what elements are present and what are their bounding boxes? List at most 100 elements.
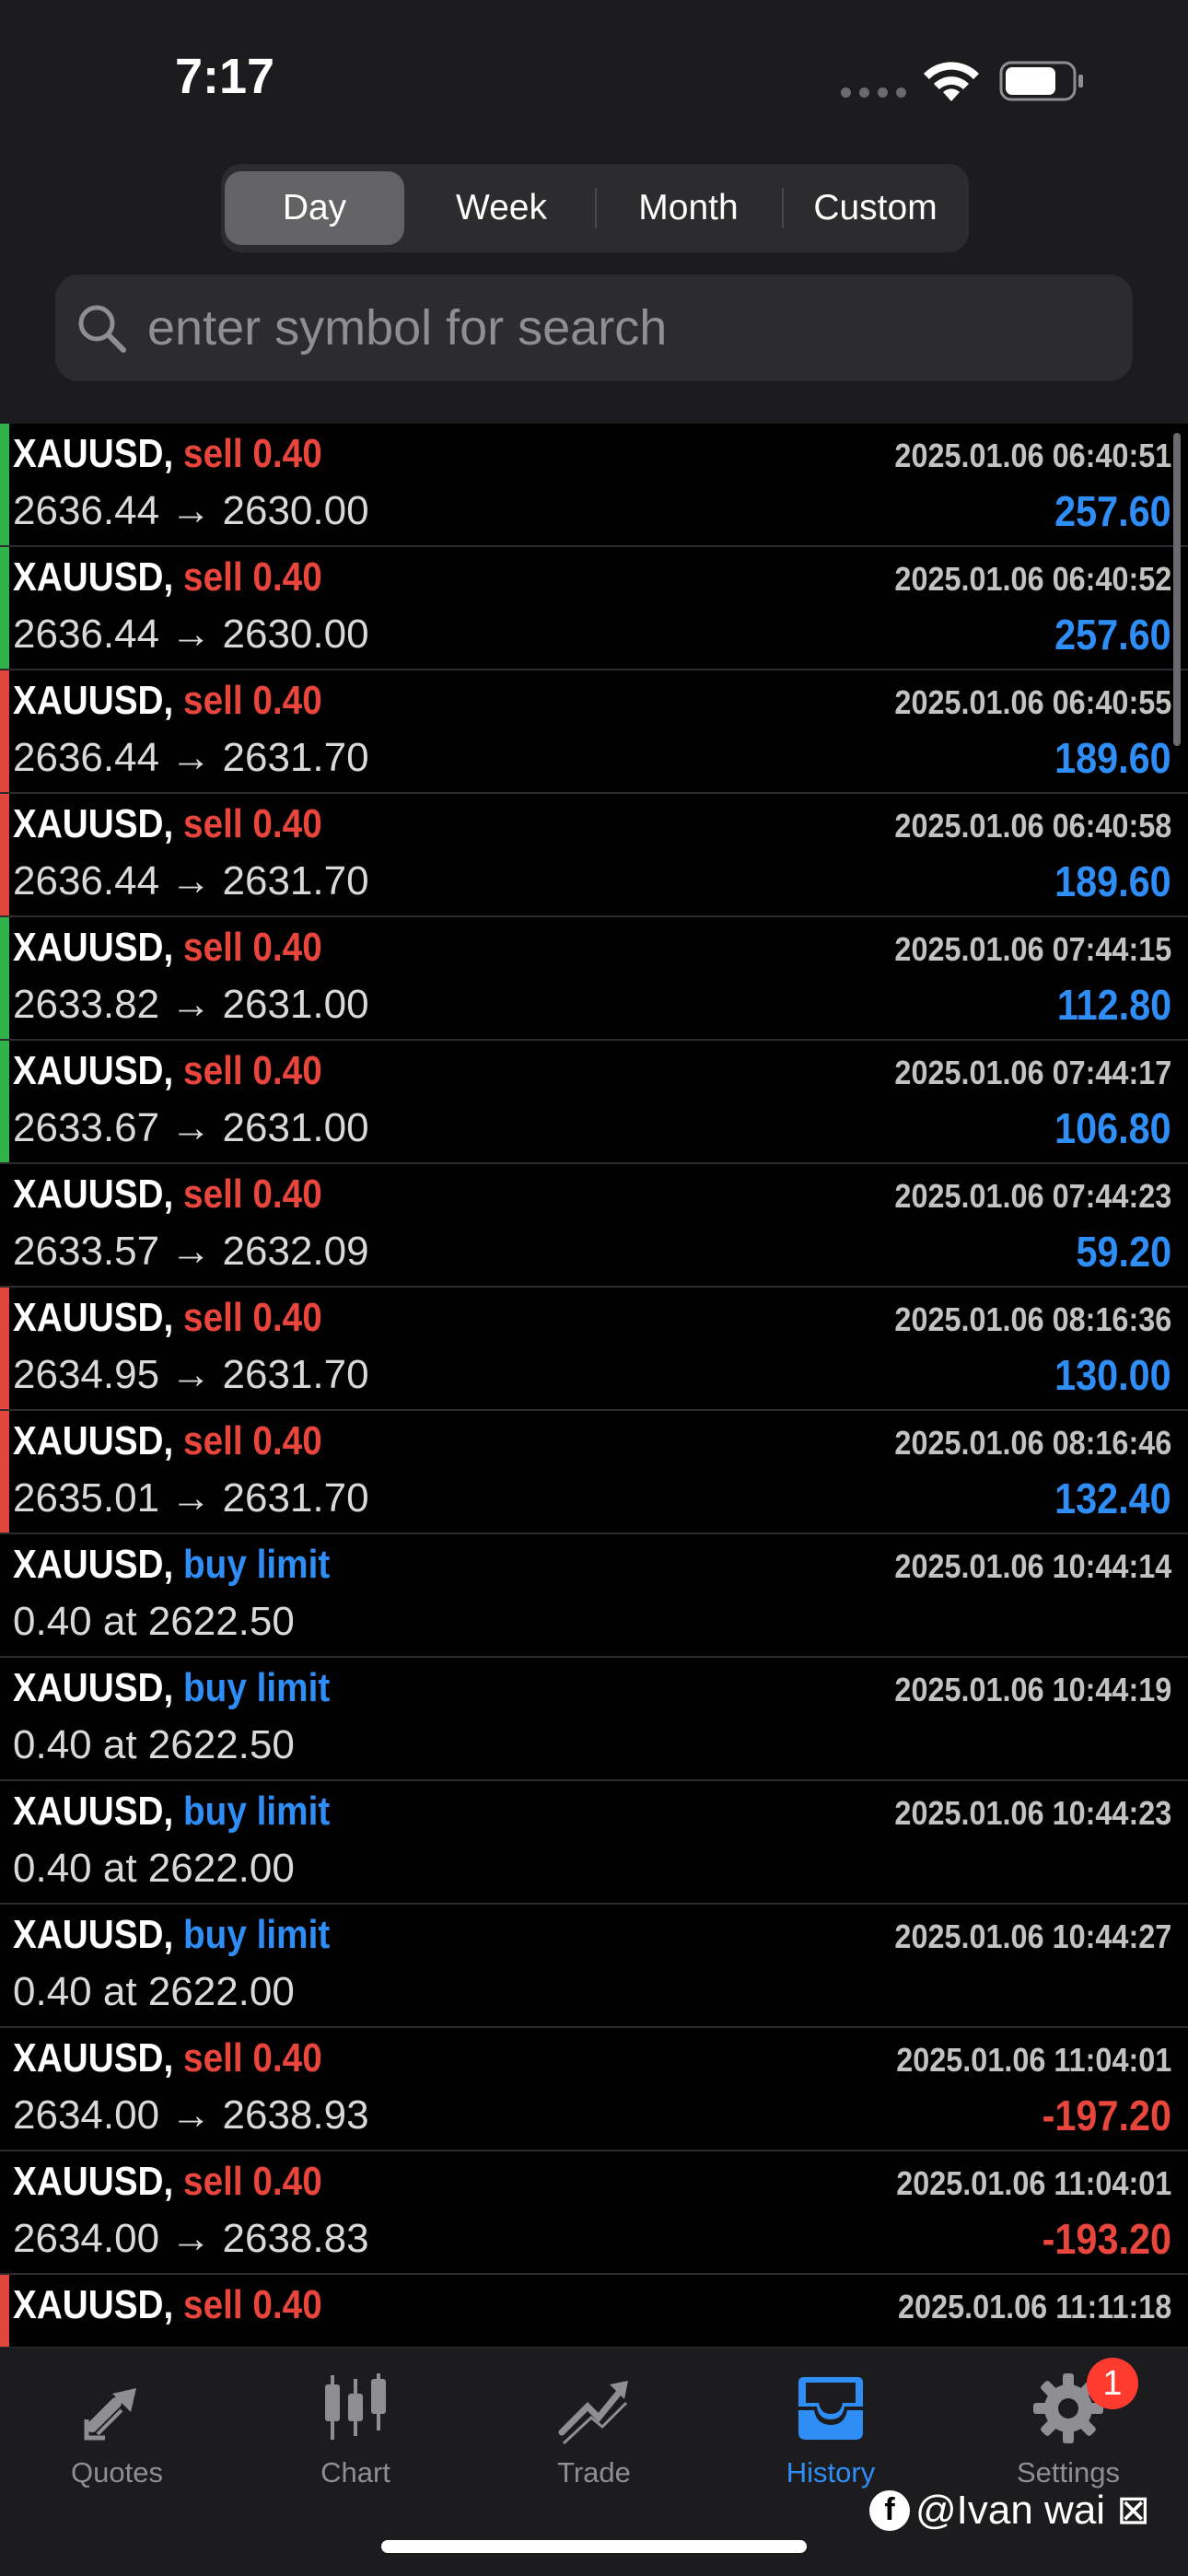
history-row[interactable]: XAUUSD, sell 0.40 2634.95 → 2631.70 2025.0…	[0, 1288, 1188, 1411]
row-action: sell 0.40	[183, 678, 322, 723]
period-month-tab[interactable]: Month	[595, 171, 778, 245]
row-title: XAUUSD, sell 0.40	[13, 925, 322, 971]
tab-history[interactable]: History	[739, 2366, 923, 2489]
row-status-indicator	[0, 1658, 9, 1779]
row-action: buy limit	[183, 1542, 331, 1587]
row-status-indicator	[0, 1288, 9, 1409]
row-title: XAUUSD, sell 0.40	[13, 2035, 322, 2081]
row-symbol: XAUUSD,	[13, 2282, 174, 2327]
tab-chart[interactable]: Chart	[263, 2366, 448, 2489]
row-price-detail: 2633.57 → 2632.09	[13, 1229, 369, 1274]
trade-icon	[558, 2381, 628, 2445]
row-title: XAUUSD, sell 0.40	[13, 554, 322, 600]
period-day-tab[interactable]: Day	[225, 171, 404, 245]
row-symbol: XAUUSD,	[13, 2035, 174, 2081]
row-timestamp: 2025.01.06 11:11:18	[897, 2288, 1171, 2325]
row-price-detail: 2633.67 → 2631.00	[13, 1105, 369, 1150]
watermark-text: @Ivan wai ⊠	[915, 2488, 1151, 2533]
row-symbol: XAUUSD,	[13, 1171, 174, 1217]
history-row[interactable]: XAUUSD, sell 0.40 2633.82 → 2631.00 2025.0…	[0, 917, 1188, 1041]
history-row[interactable]: XAUUSD, sell 0.40 2636.44 → 2630.00 2025.0…	[0, 424, 1188, 547]
history-row[interactable]: XAUUSD, sell 0.40 2636.44 → 2631.70 2025.0…	[0, 670, 1188, 794]
row-status-indicator	[0, 1781, 9, 1903]
row-title: XAUUSD, buy limit	[13, 1789, 330, 1835]
history-icon	[798, 2377, 863, 2440]
row-price-detail: 2636.44 → 2631.70	[13, 735, 369, 780]
row-symbol: XAUUSD,	[13, 1418, 174, 1463]
row-action: sell 0.40	[183, 925, 322, 970]
row-profit: 189.60	[1054, 734, 1171, 782]
history-row[interactable]: XAUUSD, buy limit 0.40 at 2622.00 2025.01.…	[0, 1905, 1188, 2028]
period-selector: Day Week Month Custom	[221, 164, 969, 252]
history-row[interactable]: XAUUSD, sell 0.40 2634.00 → 2638.83 2025.0…	[0, 2151, 1188, 2275]
history-row[interactable]: XAUUSD, buy limit 0.40 at 2622.00 2025.01.…	[0, 1781, 1188, 1905]
history-list: XAUUSD, sell 0.40 2636.44 → 2630.00 2025.0…	[0, 424, 1188, 2349]
search-icon	[78, 305, 126, 353]
row-price-detail: 2636.44 → 2630.00	[13, 488, 369, 533]
history-row[interactable]: XAUUSD, buy limit 0.40 at 2622.50 2025.01.…	[0, 1534, 1188, 1658]
row-price-detail: 2634.00 → 2638.83	[13, 2216, 369, 2261]
row-profit: -193.20	[1042, 2215, 1171, 2263]
row-action: sell 0.40	[183, 431, 322, 476]
row-action: buy limit	[183, 1789, 331, 1834]
history-row[interactable]: XAUUSD, sell 0.40 2635.01 → 2631.70 2025.0…	[0, 1411, 1188, 1534]
row-title: XAUUSD, sell 0.40	[13, 2282, 322, 2328]
row-status-indicator	[0, 2151, 9, 2273]
history-row[interactable]: XAUUSD, sell 0.40 2633.57 → 2632.09 2025.0…	[0, 1164, 1188, 1288]
row-status-indicator	[0, 547, 9, 669]
search-input[interactable]	[146, 298, 1070, 357]
row-price-detail: 0.40 at 2622.00	[13, 1969, 295, 2014]
history-row[interactable]: XAUUSD, sell 0.40 2636.44 → 2630.00 2025.0…	[0, 547, 1188, 670]
row-title: XAUUSD, buy limit	[13, 1912, 330, 1958]
row-timestamp: 2025.01.06 07:44:23	[894, 1177, 1171, 1215]
status-time: 7:17	[175, 49, 275, 104]
row-timestamp: 2025.01.06 10:44:27	[894, 1917, 1171, 1955]
row-price-detail: 0.40 at 2622.50	[13, 1722, 295, 1767]
battery-icon	[999, 61, 1083, 101]
row-price-detail: 2634.00 → 2638.93	[13, 2092, 369, 2138]
row-symbol: XAUUSD,	[13, 1789, 174, 1834]
home-indicator	[381, 2540, 807, 2553]
row-symbol: XAUUSD,	[13, 925, 174, 970]
tab-history-label: History	[786, 2456, 876, 2489]
row-price-detail: 2636.44 → 2630.00	[13, 612, 369, 657]
wifi-icon	[924, 62, 979, 101]
row-title: XAUUSD, buy limit	[13, 1542, 330, 1588]
row-symbol: XAUUSD,	[13, 2159, 174, 2204]
row-status-indicator	[0, 1905, 9, 2026]
facebook-logo-icon: f	[869, 2489, 910, 2531]
row-action: sell 0.40	[183, 1295, 322, 1340]
history-row[interactable]: XAUUSD, sell 0.40 2636.44 → 2631.70 2025.0…	[0, 794, 1188, 917]
history-row[interactable]: XAUUSD, sell 0.40 2633.67 → 2631.00 2025.0…	[0, 1041, 1188, 1164]
period-week-tab[interactable]: Week	[412, 171, 591, 245]
row-action: sell 0.40	[183, 554, 322, 600]
tab-trade[interactable]: Trade	[502, 2366, 686, 2489]
row-price-detail: 0.40 at 2622.50	[13, 1599, 295, 1644]
row-timestamp: 2025.01.06 10:44:14	[894, 1547, 1171, 1585]
tab-quotes-label: Quotes	[71, 2456, 163, 2489]
settings-notification-badge: 1	[1087, 2358, 1138, 2409]
row-status-indicator	[0, 1041, 9, 1162]
tab-quotes[interactable]: Quotes	[25, 2366, 209, 2489]
quotes-icon	[84, 2388, 136, 2441]
row-status-indicator	[0, 2028, 9, 2150]
row-price-detail: 2634.95 → 2631.70	[13, 1352, 369, 1397]
row-status-indicator	[0, 424, 9, 545]
tab-chart-label: Chart	[320, 2456, 390, 2489]
row-timestamp: 2025.01.06 11:04:01	[895, 2041, 1171, 2079]
row-action: sell 0.40	[183, 2035, 322, 2081]
row-action: sell 0.40	[183, 801, 322, 846]
chart-icon	[325, 2373, 386, 2440]
history-row[interactable]: XAUUSD, sell 0.40 2634.00 → 2638.93 2025.0…	[0, 2028, 1188, 2151]
history-row[interactable]: XAUUSD, sell 0.40 2025.01.06 11:11:18	[0, 2275, 1188, 2349]
row-timestamp: 2025.01.06 11:04:01	[895, 2164, 1171, 2202]
row-timestamp: 2025.01.06 06:40:58	[894, 807, 1171, 845]
history-row[interactable]: XAUUSD, buy limit 0.40 at 2622.50 2025.01.…	[0, 1658, 1188, 1781]
scrollbar[interactable]	[1173, 433, 1181, 746]
row-timestamp: 2025.01.06 08:16:36	[894, 1300, 1171, 1338]
row-timestamp: 2025.01.06 06:40:51	[894, 437, 1171, 474]
row-profit: -197.20	[1042, 2092, 1171, 2139]
period-custom-tab[interactable]: Custom	[782, 171, 965, 245]
row-profit: 130.00	[1054, 1351, 1171, 1399]
row-status-indicator	[0, 2275, 9, 2349]
